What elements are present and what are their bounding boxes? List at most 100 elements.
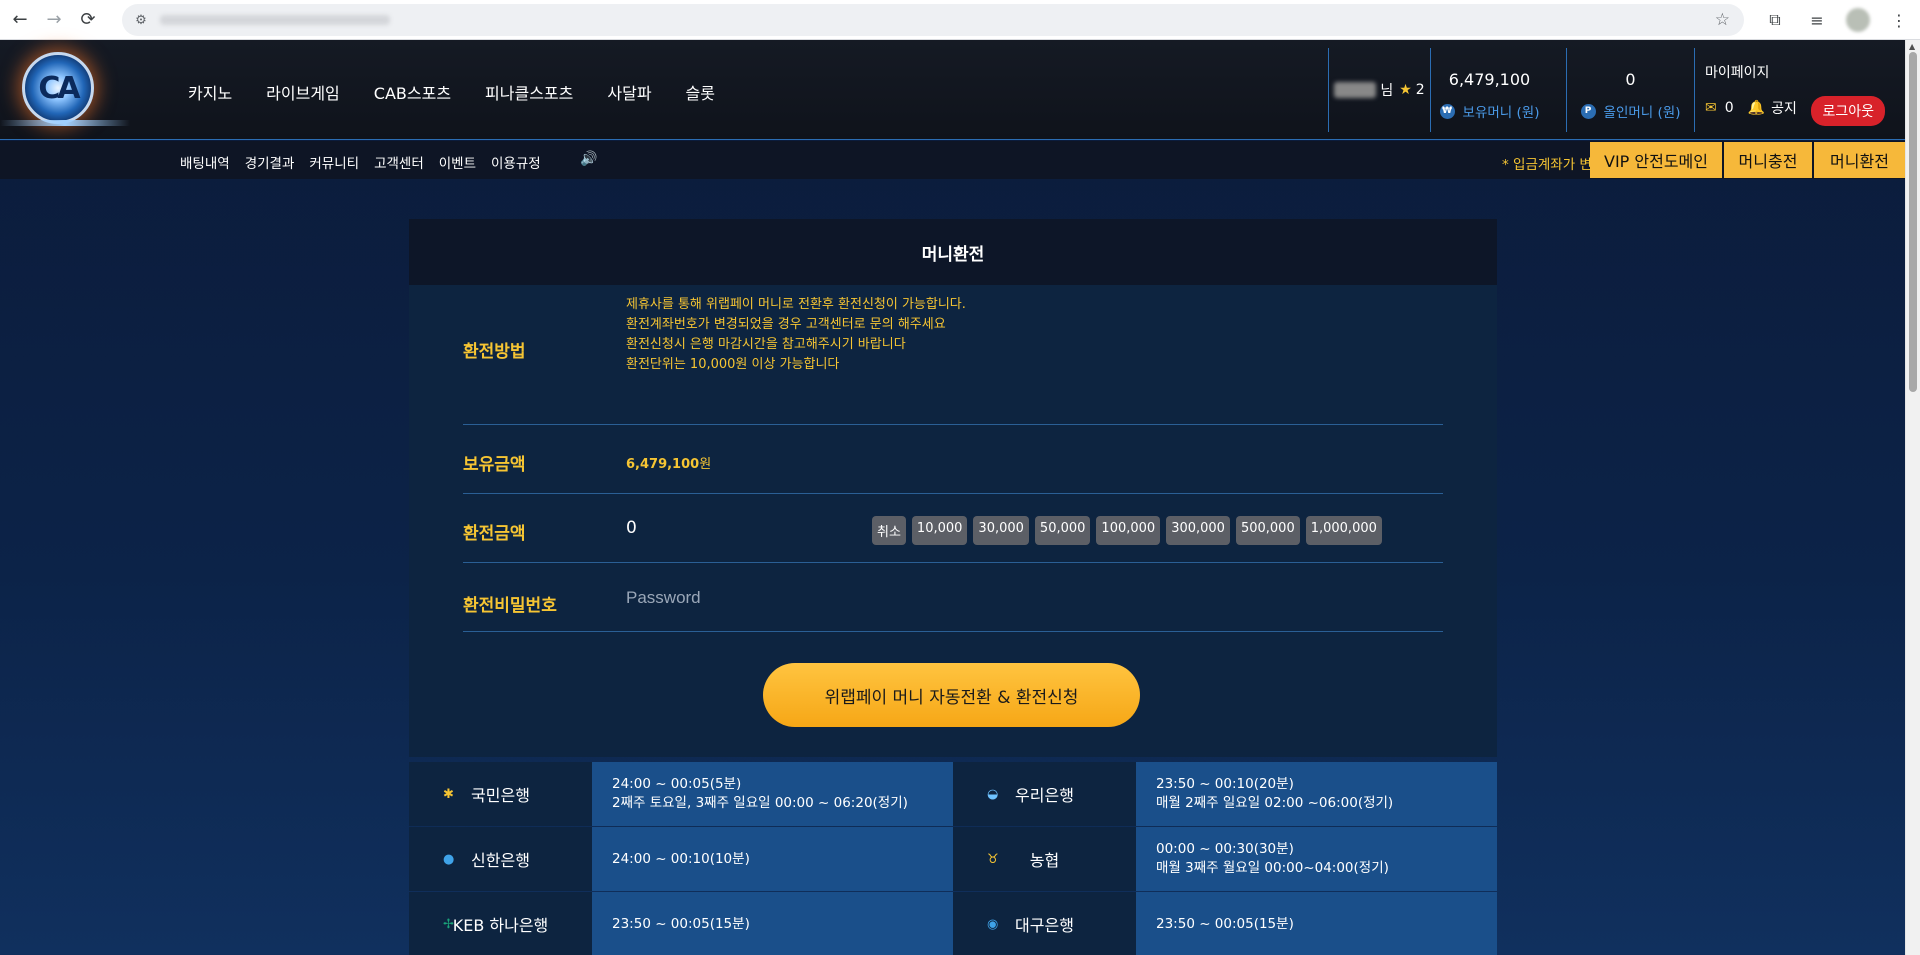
main-nav-item[interactable]: 라이브게임: [266, 80, 340, 104]
main-nav-item[interactable]: 카지노: [188, 80, 232, 104]
amount-chip-button[interactable]: 30,000: [973, 516, 1029, 545]
logout-button[interactable]: 로그아웃: [1811, 96, 1885, 126]
profile-avatar[interactable]: [1846, 8, 1870, 32]
bank-name: 농협: [1029, 851, 1060, 870]
sub-nav: 배팅내역 경기결과 커뮤니티 고객센터 이벤트 이용규정 🔊 * 입금계좌가 변 VIP …: [0, 141, 1905, 179]
bank-name-cell: ◉ 대구은행: [953, 892, 1136, 955]
bank-hours-line: 매월 2째주 일요일 02:00 ~06:00(정기): [1156, 795, 1394, 811]
balance-link[interactable]: ₩ 보유머니 (원): [1431, 101, 1548, 121]
scroll-thumb[interactable]: [1909, 52, 1917, 392]
url-text-blurred: [160, 15, 390, 25]
bank-name-cell: ✱ 국민은행: [409, 762, 592, 826]
sub-nav-link[interactable]: 고객센터: [374, 152, 424, 172]
sub-nav-link[interactable]: 커뮤니티: [309, 152, 359, 172]
main-nav: 카지노 라이브게임 CAB스포츠 피나클스포츠 사달파 슬롯: [188, 80, 749, 104]
extensions-icon[interactable]: ⧉: [1760, 5, 1790, 35]
withdraw-panel: 머니환전 환전방법 제휴사를 통해 위랩페이 머니로 전환후 환전신청이 가능합…: [409, 219, 1497, 757]
amount-chip-button[interactable]: 10,000: [911, 516, 968, 545]
back-icon[interactable]: ←: [6, 6, 34, 34]
mypage-link[interactable]: 마이페이지: [1705, 62, 1905, 82]
main-nav-item[interactable]: 슬롯: [686, 80, 715, 104]
mypage-box: 마이페이지 ✉ 0 🔔 공지 로그아웃: [1694, 48, 1905, 132]
bank-hours-cell: 24:00 ~ 00:10(10분): [592, 827, 953, 891]
sub-nav-link[interactable]: 이용규정: [491, 152, 541, 172]
bell-icon[interactable]: 🔔: [1748, 100, 1765, 116]
bank-name: KEB 하나은행: [452, 916, 549, 935]
username-blurred: [1334, 82, 1377, 98]
point-link[interactable]: P 올인머니 (원): [1567, 101, 1694, 121]
reload-icon[interactable]: ⟳: [74, 6, 102, 34]
amount-reset-button[interactable]: 취소: [872, 516, 906, 545]
bank-hours-line: 23:50 ~ 00:05(15분): [1156, 915, 1294, 932]
bank-name-cell: ♉ 농협: [953, 827, 1136, 891]
media-control-icon[interactable]: ≡: [1802, 5, 1832, 35]
page-scrollbar[interactable]: ▲: [1905, 40, 1920, 955]
amount-row: 환전금액 0 취소 10,000 30,000 50,000 100,000 300,00…: [463, 494, 1443, 563]
bank-logo-icon: ✱: [443, 786, 454, 802]
bank-logo-icon: ◒: [987, 786, 999, 802]
bank-row: ✢ KEB 하나은행 23:50 ~ 00:05(15분) ◉ 대구은행 23:50 ~ …: [409, 892, 1497, 955]
bank-hours-line: 23:50 ~ 00:05(15분): [612, 915, 750, 932]
main-nav-item[interactable]: 사달파: [607, 80, 651, 104]
speaker-icon: 🔊: [580, 151, 598, 167]
balance-label: 보유금액: [463, 455, 526, 475]
info-line: 환전단위는 10,000원 이상 가능합니다: [626, 357, 840, 372]
amount-chip-button[interactable]: 300,000: [1166, 516, 1230, 545]
main-nav-item[interactable]: CAB스포츠: [374, 80, 451, 104]
bank-hours-cell: 00:00 ~ 00:30(30분) 매월 3째주 월요일 00:00~04:00…: [1136, 827, 1497, 891]
won-coin-icon: ₩: [1439, 103, 1455, 119]
bank-hours-cell: 23:50 ~ 00:05(15분): [592, 892, 953, 955]
bank-logo-icon: ◉: [987, 916, 999, 932]
bank-hours-line: 23:50 ~ 00:10(20분): [1156, 776, 1294, 792]
withdraw-button[interactable]: 머니환전: [1814, 142, 1905, 178]
logo-flare: [0, 120, 130, 126]
address-bar[interactable]: ⚙ ☆: [122, 4, 1744, 36]
browser-toolbar: ← → ⟳ ⚙ ☆ ⧉ ≡ ⋮: [0, 0, 1920, 40]
amount-input[interactable]: 0: [626, 518, 637, 538]
sub-nav-link[interactable]: 이벤트: [439, 152, 476, 172]
bank-hours-line: 24:00 ~ 00:10(10분): [612, 850, 750, 867]
bank-hours-line: 00:00 ~ 00:30(30분): [1156, 841, 1294, 857]
point-box: 0 P 올인머니 (원): [1566, 48, 1694, 132]
password-row: 환전비밀번호: [463, 563, 1443, 632]
info-line: 환전계좌번호가 변경되었을 경우 고객센터로 문의 해주세요: [626, 317, 946, 332]
bank-row: ✱ 국민은행 24:00 ~ 00:05(5분) 2째주 토요일, 3째주 일요일 0…: [409, 762, 1497, 826]
withdraw-submit-button[interactable]: 위랩페이 머니 자동전환 & 환전신청: [763, 663, 1140, 727]
vip-domain-button[interactable]: VIP 안전도메인: [1590, 142, 1722, 178]
bank-name: 신한은행: [471, 851, 530, 870]
bank-name: 국민은행: [471, 786, 530, 805]
forward-icon[interactable]: →: [40, 6, 68, 34]
amount-chip-button[interactable]: 100,000: [1096, 516, 1161, 545]
password-label: 환전비밀번호: [463, 596, 557, 616]
user-info: 님 ★ 2: [1328, 48, 1430, 132]
amount-chip-button[interactable]: 1,000,000: [1305, 516, 1382, 545]
balance-label: 보유머니 (원): [1462, 105, 1540, 121]
bank-hours-line: 24:00 ~ 00:05(5분): [612, 776, 742, 792]
mail-icon[interactable]: ✉: [1705, 100, 1717, 116]
method-info: 제휴사를 통해 위랩페이 머니로 전환후 환전신청이 가능합니다. 환전계좌번호…: [626, 295, 966, 375]
amount-chip-button[interactable]: 500,000: [1235, 516, 1300, 545]
point-value: 0: [1625, 70, 1636, 89]
browser-menu-icon[interactable]: ⋮: [1884, 5, 1914, 35]
site-settings-icon[interactable]: ⚙: [132, 11, 150, 29]
point-label: 올인머니 (원): [1603, 105, 1681, 121]
bank-hours-cell: 23:50 ~ 00:05(15분): [1136, 892, 1497, 955]
amount-chip-button[interactable]: 50,000: [1034, 516, 1091, 545]
main-nav-item[interactable]: 피나클스포츠: [485, 80, 573, 104]
amount-chips: 취소 10,000 30,000 50,000 100,000 300,000 500,00…: [872, 516, 1388, 545]
site-logo[interactable]: CA: [22, 52, 94, 124]
sub-nav-link[interactable]: 경기결과: [245, 152, 295, 172]
scroll-up-icon[interactable]: ▲: [1909, 42, 1915, 51]
bank-hours-line: 2째주 토요일, 3째주 일요일 00:00 ~ 06:20(정기): [612, 795, 908, 811]
sub-nav-link[interactable]: 배팅내역: [180, 152, 230, 172]
bank-hours-cell: 24:00 ~ 00:05(5분) 2째주 토요일, 3째주 일요일 00:00 …: [592, 762, 953, 826]
bookmark-star-icon[interactable]: ☆: [1715, 10, 1730, 30]
marquee-notice: * 입금계좌가 변: [1502, 157, 1590, 173]
bank-name-cell: ◒ 우리은행: [953, 762, 1136, 826]
notice-link[interactable]: 공지: [1771, 98, 1797, 118]
user-level: 2: [1415, 82, 1425, 98]
bank-logo-icon: ●: [443, 851, 455, 867]
deposit-button[interactable]: 머니충전: [1724, 142, 1812, 178]
mail-count: 0: [1724, 100, 1734, 116]
password-input[interactable]: [626, 583, 1026, 613]
